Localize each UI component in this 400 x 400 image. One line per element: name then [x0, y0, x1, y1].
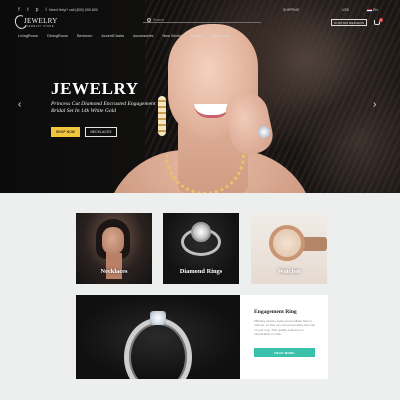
- hero-banner: f t p i Need Help? call (800) 000 800 JE…: [0, 0, 400, 193]
- hero-ring-image: [258, 126, 270, 138]
- model-neck-image: [106, 253, 122, 279]
- language-select[interactable]: EN: [367, 8, 378, 12]
- facebook-icon[interactable]: f: [17, 7, 21, 13]
- currency-select[interactable]: USD: [342, 8, 349, 12]
- category-label-necklaces: Necklaces: [100, 268, 128, 275]
- social-links: f t p i: [17, 7, 48, 13]
- twitter-icon[interactable]: t: [26, 7, 30, 13]
- read-more-button[interactable]: READ MORE: [254, 348, 315, 357]
- search-underline: [143, 22, 261, 23]
- custom-designs-button[interactable]: CUSTOM DESIGNS: [331, 19, 367, 26]
- model-face-image: [102, 227, 124, 255]
- contact-text: Need Help? call (800) 000 800: [49, 8, 98, 12]
- category-tile-watches[interactable]: Watches: [251, 213, 327, 284]
- chevron-right-icon[interactable]: ›: [373, 100, 376, 110]
- shipping-link[interactable]: SHIPPING: [283, 8, 299, 12]
- nav-item-accessories[interactable]: Accessories: [133, 34, 153, 38]
- top-bar: f t p i Need Help? call (800) 000 800 JE…: [0, 0, 400, 40]
- diamond-image: [191, 222, 211, 242]
- hero-subtitle: Princess Cut Diamond Encrusted Engagemen…: [51, 101, 156, 115]
- nav-item-bedroom[interactable]: Bedroom: [77, 34, 92, 38]
- logo[interactable]: JEWELRY JEWELRY STORE: [12, 13, 58, 31]
- logo-title: JEWELRY: [24, 17, 58, 25]
- category-label-watches: Watches: [277, 268, 301, 275]
- hero-title: JEWELRY: [51, 79, 139, 98]
- language-label: EN: [373, 8, 378, 12]
- page: f t p i Need Help? call (800) 000 800 JE…: [0, 0, 400, 400]
- nav-item-offices[interactable]: Offices: [191, 34, 203, 38]
- cart-count-badge: 0: [379, 18, 383, 22]
- instagram-icon[interactable]: i: [44, 7, 48, 13]
- logo-subtitle: JEWELRY STORE: [27, 25, 54, 28]
- category-tile-diamond-rings[interactable]: Diamond Rings: [163, 213, 239, 284]
- cart-button[interactable]: 0: [374, 18, 383, 26]
- flag-icon: [367, 8, 372, 12]
- nav-item-gifts-ideas[interactable]: Gifts Ideas: [212, 34, 230, 38]
- nav-item-accent-chairs[interactable]: AccentChairs: [101, 34, 124, 38]
- engagement-ring-image[interactable]: [76, 295, 240, 379]
- watch-face-image: [269, 225, 305, 261]
- feature-description: Offering various styles and multiple Mou…: [254, 319, 316, 337]
- main-nav: LivingRoom DiningRoom Bedroom AccentChai…: [18, 34, 230, 38]
- chevron-left-icon[interactable]: ‹: [18, 100, 21, 110]
- nav-item-living-room[interactable]: LivingRoom: [18, 34, 38, 38]
- screenshot-frame: f t p i Need Help? call (800) 000 800 JE…: [0, 0, 400, 400]
- feature-title: Engagement Ring: [254, 309, 297, 315]
- category-tile-necklaces[interactable]: Necklaces: [76, 213, 152, 284]
- pinterest-icon[interactable]: p: [35, 7, 39, 13]
- engagement-ring-card: Engagement Ring Offering various styles …: [240, 295, 328, 379]
- necklaces-button[interactable]: NECKLACES: [85, 127, 117, 137]
- nav-item-dining-room[interactable]: DiningRoom: [47, 34, 68, 38]
- category-label-diamond-rings: Diamond Rings: [179, 268, 223, 275]
- ring-band-image: [124, 318, 192, 379]
- nav-item-new-works[interactable]: New Works: [162, 34, 181, 38]
- shop-now-button[interactable]: SHOP NOW: [51, 127, 80, 137]
- ring-stone-image: [150, 311, 166, 325]
